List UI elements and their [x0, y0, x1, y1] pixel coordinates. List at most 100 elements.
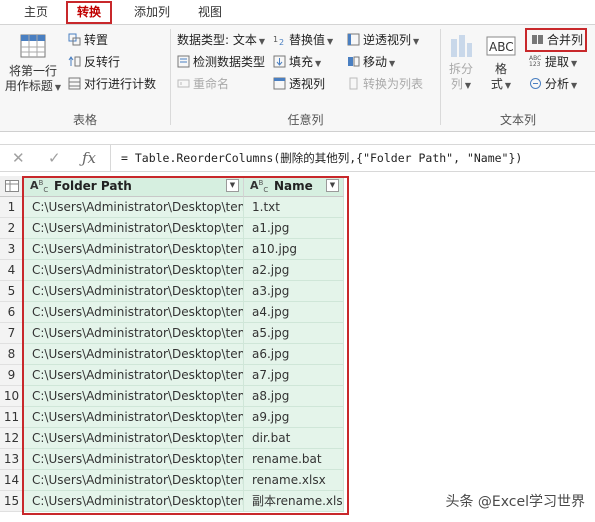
- row-number[interactable]: 7: [0, 323, 24, 344]
- detect-type-icon: [177, 55, 190, 68]
- ribbon-tab-bar: 主页 转换 添加列 视图: [0, 0, 595, 25]
- tab-home[interactable]: 主页: [14, 1, 58, 24]
- name-cell[interactable]: a7.jpg: [244, 365, 344, 386]
- tab-view[interactable]: 视图: [190, 1, 230, 24]
- move-button[interactable]: 移动 ▼: [347, 53, 395, 71]
- folder-path-cell[interactable]: C:\Users\Administrator\Desktop\temp\: [24, 365, 244, 386]
- name-cell[interactable]: a10.jpg: [244, 239, 344, 260]
- column-header-name[interactable]: ABC Name ▼: [244, 176, 344, 197]
- name-cell[interactable]: a6.jpg: [244, 344, 344, 365]
- name-cell[interactable]: a8.jpg: [244, 386, 344, 407]
- folder-path-cell[interactable]: C:\Users\Administrator\Desktop\temp\: [24, 197, 244, 218]
- split-column-icon: [451, 35, 472, 57]
- folder-path-cell[interactable]: C:\Users\Administrator\Desktop\temp\: [24, 428, 244, 449]
- transpose-button[interactable]: 转置: [68, 31, 108, 49]
- folder-path-cell[interactable]: C:\Users\Administrator\Desktop\temp\: [24, 239, 244, 260]
- name-cell[interactable]: rename.bat: [244, 449, 344, 470]
- column-filter-dropdown-icon[interactable]: ▼: [226, 179, 239, 192]
- row-number[interactable]: 9: [0, 365, 24, 386]
- split-label-2: 列 ▼: [450, 77, 472, 91]
- pivot-column-button[interactable]: 透视列: [273, 75, 325, 93]
- folder-path-cell[interactable]: C:\Users\Administrator\Desktop\temp\: [24, 302, 244, 323]
- name-cell[interactable]: 1.txt: [244, 197, 344, 218]
- function-fx-icon[interactable]: ƒx: [82, 149, 96, 167]
- format-button[interactable]: ABC 格 式 ▼: [483, 33, 519, 93]
- row-number[interactable]: 5: [0, 281, 24, 302]
- data-type-dropdown[interactable]: 数据类型: 文本 ▼: [177, 31, 265, 49]
- name-cell[interactable]: a3.jpg: [244, 281, 344, 302]
- use-first-row-as-headers-button[interactable]: 将第一行 用作标题 ▼: [2, 32, 64, 95]
- name-cell[interactable]: a2.jpg: [244, 260, 344, 281]
- formula-bar: ✕ ✓ ƒx = Table.ReorderColumns(删除的其他列,{"F…: [0, 144, 595, 172]
- row-number[interactable]: 10: [0, 386, 24, 407]
- text-type-icon[interactable]: ABC: [250, 179, 268, 194]
- parse-button[interactable]: 分析 ▼: [529, 75, 577, 93]
- name-cell[interactable]: rename.xlsx: [244, 470, 344, 491]
- unpivot-columns-button[interactable]: 逆透视列 ▼: [347, 31, 419, 49]
- select-all-corner[interactable]: [0, 176, 24, 197]
- fill-button[interactable]: 填充 ▼: [273, 53, 321, 71]
- row-number[interactable]: 4: [0, 260, 24, 281]
- merge-columns-button[interactable]: 合并列: [531, 31, 583, 49]
- replace-values-button[interactable]: 1 2 替换值 ▼: [273, 31, 333, 49]
- row-number[interactable]: 14: [0, 470, 24, 491]
- row-number[interactable]: 15: [0, 491, 24, 512]
- row-number[interactable]: 2: [0, 218, 24, 239]
- folder-path-cell[interactable]: C:\Users\Administrator\Desktop\temp\: [24, 407, 244, 428]
- name-cell[interactable]: dir.bat: [244, 428, 344, 449]
- tab-add-column[interactable]: 添加列: [120, 1, 184, 24]
- row-number[interactable]: 6: [0, 302, 24, 323]
- tab-transform[interactable]: 转换: [66, 1, 112, 24]
- table-group-label: 表格: [72, 113, 97, 127]
- split-column-button[interactable]: 拆分 列 ▼: [443, 33, 479, 93]
- folder-path-cell[interactable]: C:\Users\Administrator\Desktop\temp\: [24, 323, 244, 344]
- folder-path-cell[interactable]: C:\Users\Administrator\Desktop\temp\: [24, 218, 244, 239]
- svg-text:1: 1: [273, 35, 278, 44]
- row-number[interactable]: 8: [0, 344, 24, 365]
- text-column-group-label: 文本列: [499, 113, 536, 127]
- column-header-label: Name: [274, 179, 313, 193]
- convert-to-list-button[interactable]: 转换为列表: [347, 75, 423, 93]
- row-number[interactable]: 13: [0, 449, 24, 470]
- name-cell[interactable]: a5.jpg: [244, 323, 344, 344]
- folder-path-cell[interactable]: C:\Users\Administrator\Desktop\temp\: [24, 449, 244, 470]
- name-cell[interactable]: a4.jpg: [244, 302, 344, 323]
- row-number[interactable]: 11: [0, 407, 24, 428]
- split-label-1: 拆分: [448, 62, 473, 76]
- transpose-icon: [68, 33, 81, 46]
- first-row-label-2: 用作标题 ▼: [4, 79, 62, 93]
- extract-button[interactable]: ABC 123 提取 ▼: [529, 53, 577, 71]
- move-icon: [348, 56, 360, 67]
- count-rows-button[interactable]: 对行进行计数: [68, 75, 156, 93]
- commit-check-icon[interactable]: ✓: [48, 149, 61, 167]
- pivot-icon: [273, 77, 286, 90]
- folder-path-cell[interactable]: C:\Users\Administrator\Desktop\temp\: [24, 470, 244, 491]
- column-filter-dropdown-icon[interactable]: ▼: [326, 179, 339, 192]
- name-cell[interactable]: 副本rename.xlsx: [244, 491, 344, 512]
- reverse-rows-button[interactable]: 反转行: [68, 53, 120, 71]
- folder-path-cell[interactable]: C:\Users\Administrator\Desktop\temp\: [24, 491, 244, 512]
- rename-button[interactable]: 重命名: [177, 75, 229, 93]
- folder-path-cell[interactable]: C:\Users\Administrator\Desktop\temp\: [24, 260, 244, 281]
- column-header-folder-path[interactable]: ABC Folder Path ▼: [24, 176, 244, 197]
- row-number[interactable]: 1: [0, 197, 24, 218]
- cancel-icon[interactable]: ✕: [12, 149, 25, 167]
- detect-data-type-button[interactable]: 检测数据类型: [177, 53, 265, 71]
- folder-path-cell[interactable]: C:\Users\Administrator\Desktop\temp\: [24, 281, 244, 302]
- name-cell[interactable]: a9.jpg: [244, 407, 344, 428]
- row-number[interactable]: 3: [0, 239, 24, 260]
- format-text-icon: ABC: [486, 36, 516, 56]
- text-type-icon[interactable]: ABC: [30, 179, 48, 194]
- folder-path-cell[interactable]: C:\Users\Administrator\Desktop\temp\: [24, 344, 244, 365]
- formula-input[interactable]: = Table.ReorderColumns(删除的其他列,{"Folder P…: [110, 145, 595, 171]
- row-number[interactable]: 12: [0, 428, 24, 449]
- ribbon: 将第一行 用作标题 ▼ 转置 反转行 对行进行计数 表格 数据类型: 文本 ▼ 检测…: [0, 25, 595, 132]
- replace-values-icon: 12: [273, 35, 284, 46]
- abc-123-icon: ABC 123: [529, 55, 542, 68]
- data-grid: ABC Folder Path ▼ ABC Name ▼ 1 C:\Users\A…: [0, 176, 595, 522]
- folder-path-cell[interactable]: C:\Users\Administrator\Desktop\temp\: [24, 386, 244, 407]
- column-header-label: Folder Path: [54, 179, 132, 193]
- power-query-editor: 主页 转换 添加列 视图 将第一行 用作标题 ▼ 转置 反转行 对行进行计数 表…: [0, 0, 595, 522]
- name-cell[interactable]: a1.jpg: [244, 218, 344, 239]
- fill-down-icon: [273, 55, 286, 68]
